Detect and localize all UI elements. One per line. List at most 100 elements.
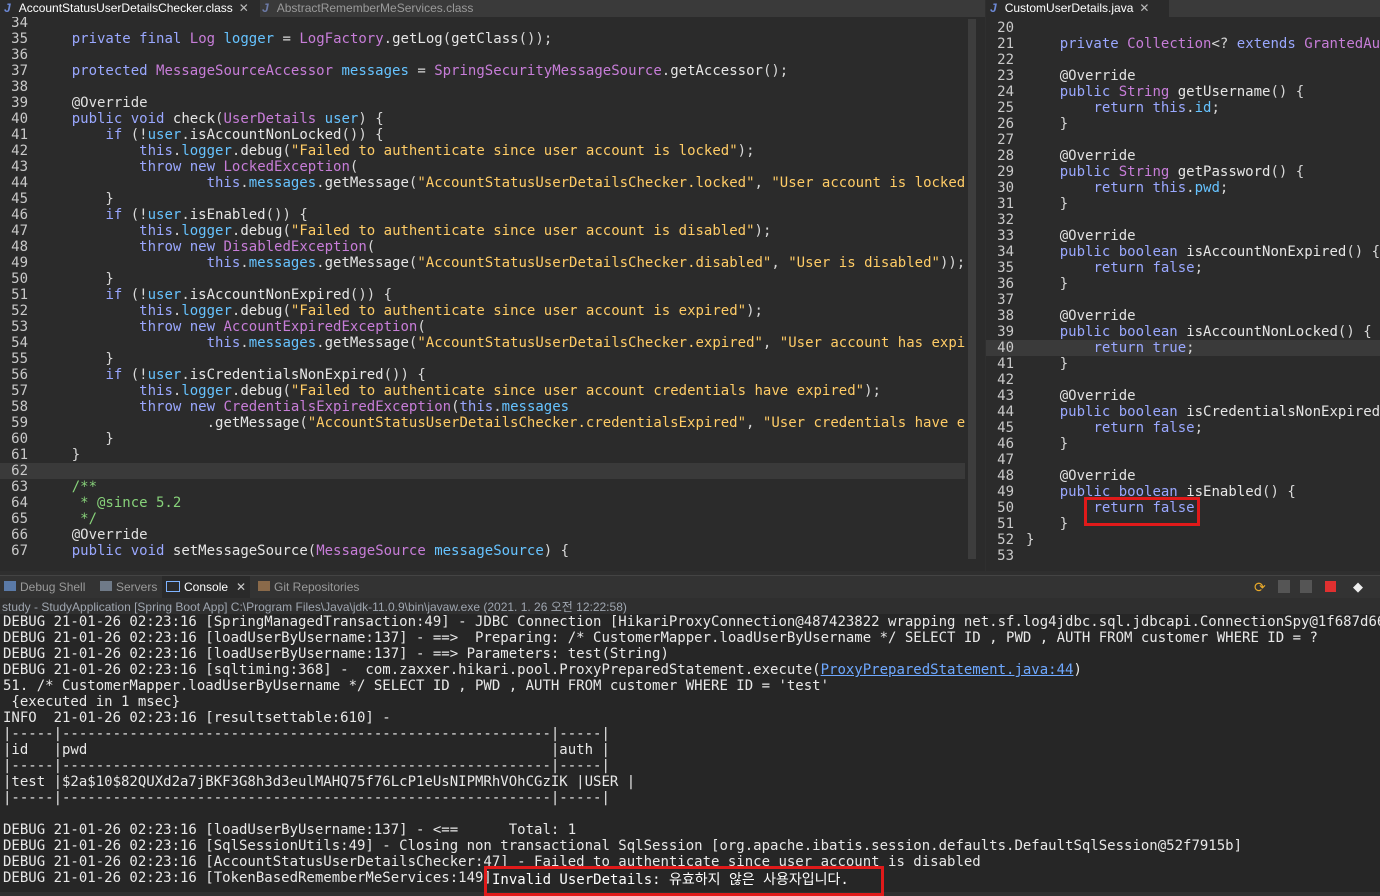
line-number: 40 bbox=[11, 111, 28, 127]
tab-account-status-checker[interactable]: J AccountStatusUserDetailsChecker.class ✕ bbox=[0, 0, 260, 17]
code-text: @Override bbox=[1059, 308, 1136, 324]
code-line: 41 } bbox=[986, 356, 1380, 372]
console-line-text: |id |pwd |auth | bbox=[3, 742, 610, 758]
console-line: |-----|---------------------------------… bbox=[3, 726, 610, 742]
line-number: 33 bbox=[997, 228, 1014, 244]
tab-servers[interactable]: Servers bbox=[100, 580, 157, 594]
close-icon[interactable]: ✕ bbox=[1139, 1, 1149, 15]
line-number: 30 bbox=[997, 180, 1014, 196]
left-code-editor[interactable]: 34 35 private final Log logger = LogFacto… bbox=[0, 17, 965, 571]
line-number: 66 bbox=[11, 527, 28, 543]
line-number: 44 bbox=[11, 175, 28, 191]
code-text: throw new DisabledException( bbox=[139, 239, 376, 255]
source-link[interactable]: ProxyPreparedStatement.java:44 bbox=[821, 662, 1074, 678]
console-line: |test |$2a$10$82QUXd2a7jBKF3G8h3d3eulMAH… bbox=[3, 774, 635, 790]
code-text: if (!user.isAccountNonLocked()) { bbox=[105, 127, 384, 143]
remove-launch-icon[interactable] bbox=[1278, 580, 1290, 593]
right-editor-tabbar: J CustomUserDetails.java ✕ bbox=[986, 0, 1380, 17]
servers-icon bbox=[100, 581, 112, 591]
right-code-editor[interactable]: 20 21 private Collection<? extends Grante… bbox=[986, 17, 1380, 571]
line-number: 29 bbox=[997, 164, 1014, 180]
tab-abstract-remember-me[interactable]: J AbstractRememberMeServices.class bbox=[258, 0, 496, 17]
code-line: 40 public void check(UserDetails user) { bbox=[0, 111, 965, 127]
code-line: 31 } bbox=[986, 196, 1380, 212]
line-number: 47 bbox=[997, 452, 1014, 468]
code-line: 57 this.logger.debug("Failed to authenti… bbox=[0, 383, 965, 399]
code-text: this.messages.getMessage("AccountStatusU… bbox=[206, 255, 965, 271]
code-text: @Override bbox=[1059, 468, 1136, 484]
tab-debug-shell[interactable]: Debug Shell bbox=[4, 580, 85, 594]
code-line: 29 public String getPassword() { bbox=[986, 164, 1380, 180]
refresh-icon[interactable]: ⟳ bbox=[1254, 579, 1270, 595]
code-line: 39 public boolean isAccountNonLocked() { bbox=[986, 324, 1380, 340]
console-line-text: DEBUG 21-01-26 02:23:16 [SqlSessionUtils… bbox=[3, 838, 1243, 854]
code-line: 67 public void setMessageSource(MessageS… bbox=[0, 543, 965, 559]
code-line: 23 @Override bbox=[986, 68, 1380, 84]
code-text: @Override bbox=[1059, 68, 1136, 84]
left-editor-scrollbar[interactable] bbox=[965, 17, 985, 571]
code-text: this.logger.debug("Failed to authenticat… bbox=[139, 303, 763, 319]
line-number: 41 bbox=[11, 127, 28, 143]
code-line: 45 return false; bbox=[986, 420, 1380, 436]
line-number: 26 bbox=[997, 116, 1014, 132]
line-number: 60 bbox=[11, 431, 28, 447]
console-output[interactable]: DEBUG 21-01-26 02:23:16 [SpringManagedTr… bbox=[0, 614, 1380, 892]
line-number: 67 bbox=[11, 543, 28, 559]
line-number: 45 bbox=[11, 191, 28, 207]
code-text: if (!user.isCredentialsNonExpired()) { bbox=[105, 367, 426, 383]
code-line: 38 bbox=[0, 79, 965, 95]
tab-console[interactable]: Console ✕ bbox=[162, 576, 251, 598]
code-text: } bbox=[1026, 532, 1035, 548]
code-text: if (!user.isEnabled()) { bbox=[105, 207, 308, 223]
line-number: 41 bbox=[997, 356, 1014, 372]
code-line: 65 */ bbox=[0, 511, 965, 527]
code-line: 38 @Override bbox=[986, 308, 1380, 324]
line-number: 21 bbox=[997, 36, 1014, 52]
line-number: 35 bbox=[997, 260, 1014, 276]
line-number: 48 bbox=[11, 239, 28, 255]
line-number: 44 bbox=[997, 404, 1014, 420]
line-number: 36 bbox=[11, 47, 28, 63]
code-text: this.logger.debug("Failed to authenticat… bbox=[139, 223, 772, 239]
close-icon[interactable]: ✕ bbox=[239, 1, 249, 15]
line-number: 56 bbox=[11, 367, 28, 383]
tab-git-repositories[interactable]: Git Repositories bbox=[258, 580, 359, 594]
remove-all-icon[interactable] bbox=[1300, 580, 1312, 593]
tab-custom-user-details[interactable]: J CustomUserDetails.java ✕ bbox=[986, 0, 1169, 17]
line-number: 58 bbox=[11, 399, 28, 415]
code-text: return false; bbox=[1093, 420, 1204, 436]
code-line: 37 protected MessageSourceAccessor messa… bbox=[0, 63, 965, 79]
console-line-text: DEBUG 21-01-26 02:23:16 [TokenBasedRemem… bbox=[3, 870, 518, 886]
code-text: return true; bbox=[1093, 340, 1195, 356]
code-text: this.messages.getMessage("AccountStatusU… bbox=[206, 175, 965, 191]
console-line-text: |-----|---------------------------------… bbox=[3, 790, 610, 806]
code-text: /** bbox=[38, 479, 98, 495]
terminate-icon[interactable] bbox=[1325, 581, 1336, 592]
code-line: 34 public boolean isAccountNonExpired() … bbox=[986, 244, 1380, 260]
line-number: 46 bbox=[997, 436, 1014, 452]
line-number: 25 bbox=[997, 100, 1014, 116]
code-text: this.messages.getMessage("AccountStatusU… bbox=[206, 335, 965, 351]
line-number: 52 bbox=[997, 532, 1014, 548]
code-line: 37 bbox=[986, 292, 1380, 308]
console-line-text: DEBUG 21-01-26 02:23:16 [SpringManagedTr… bbox=[3, 614, 1380, 630]
code-text: private Collection<? extends GrantedAuth… bbox=[1059, 36, 1380, 52]
code-line: 56 if (!user.isCredentialsNonExpired()) … bbox=[0, 367, 965, 383]
code-line: 39 @Override bbox=[0, 95, 965, 111]
console-line-text: {executed in 1 msec} bbox=[3, 694, 181, 710]
highlight-box-return-false bbox=[1084, 497, 1200, 526]
console-line: DEBUG 21-01-26 02:23:16 [SpringManagedTr… bbox=[3, 614, 1380, 630]
line-number: 50 bbox=[997, 500, 1014, 516]
code-text: @Override bbox=[1059, 388, 1136, 404]
line-number: 43 bbox=[997, 388, 1014, 404]
code-text: protected MessageSourceAccessor messages… bbox=[71, 63, 789, 79]
source-link-suffix: ) bbox=[1073, 662, 1082, 678]
code-line: 22 bbox=[986, 52, 1380, 68]
code-text: public boolean isAccountNonLocked() { bbox=[1059, 324, 1372, 340]
code-text: if (!user.isAccountNonExpired()) { bbox=[105, 287, 393, 303]
code-line: 62 bbox=[0, 463, 965, 479]
line-number: 36 bbox=[997, 276, 1014, 292]
clear-console-icon[interactable]: ◆ bbox=[1353, 579, 1369, 594]
close-icon[interactable]: ✕ bbox=[236, 580, 246, 594]
console-line: |-----|---------------------------------… bbox=[3, 790, 610, 806]
